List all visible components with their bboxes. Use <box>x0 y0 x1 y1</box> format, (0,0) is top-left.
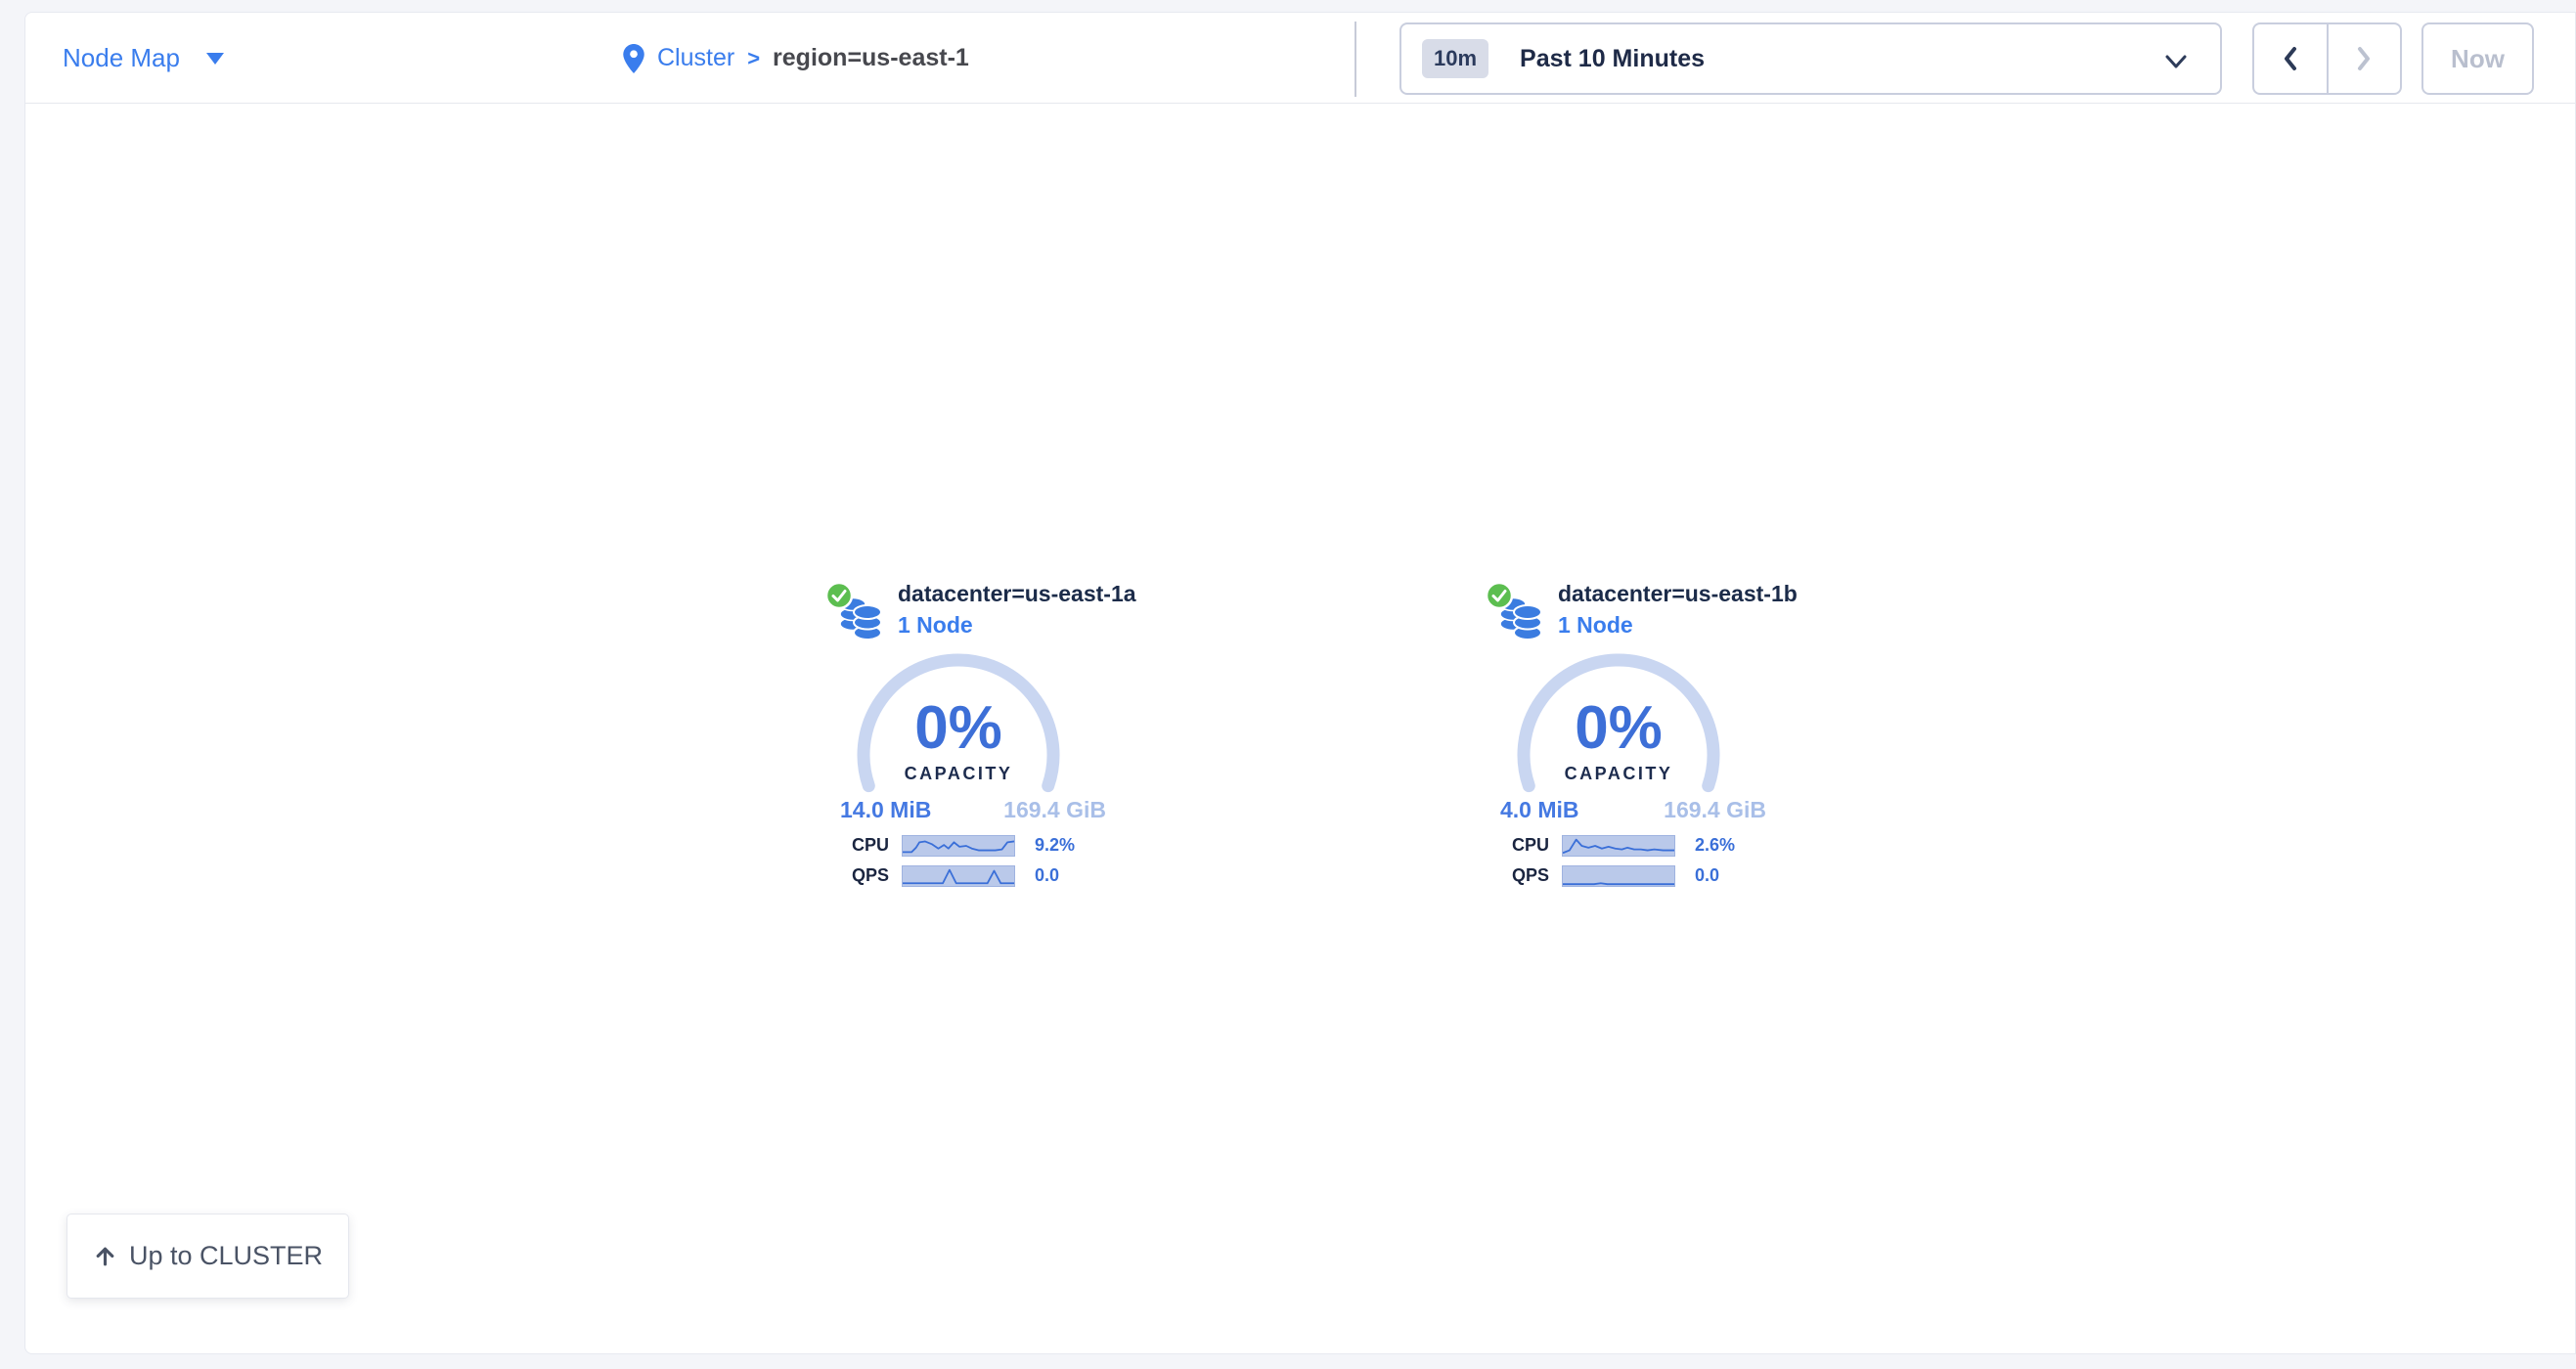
page-header: Node Map Cluster > region=us-east-1 10m … <box>25 13 2575 104</box>
cpu-label: CPU <box>844 835 889 856</box>
chevron-right-icon <box>2352 43 2376 74</box>
qps-metric-row: QPS 0.0 <box>844 864 1157 887</box>
locality-card-us-east-1a[interactable]: datacenter=us-east-1a 1 Node 0% CAPACITY… <box>821 576 1163 901</box>
healthy-check-icon <box>1485 581 1514 610</box>
qps-value: 0.0 <box>1035 865 1059 886</box>
capacity-usable: 169.4 GiB <box>1003 797 1106 823</box>
locality-card-us-east-1b[interactable]: datacenter=us-east-1b 1 Node 0% CAPACITY… <box>1481 576 1823 901</box>
header-divider <box>1355 22 1356 97</box>
capacity-usable: 169.4 GiB <box>1664 797 1766 823</box>
up-to-cluster-label: Up to CLUSTER <box>129 1241 323 1271</box>
time-window-label: Past 10 Minutes <box>1520 45 1705 73</box>
now-button-label: Now <box>2451 44 2505 74</box>
previous-time-button[interactable] <box>2254 24 2329 93</box>
healthy-check-icon <box>824 581 854 610</box>
time-window-badge: 10m <box>1422 39 1488 78</box>
view-selector-dropdown[interactable]: Node Map <box>63 13 224 104</box>
qps-label: QPS <box>1504 865 1549 886</box>
capacity-used: 4.0 MiB <box>1500 797 1579 823</box>
cpu-sparkline <box>902 835 1015 857</box>
cpu-value: 9.2% <box>1035 835 1075 856</box>
up-to-cluster-button[interactable]: Up to CLUSTER <box>67 1214 349 1299</box>
now-button[interactable]: Now <box>2421 22 2534 95</box>
time-step-buttons <box>2252 22 2402 95</box>
breadcrumb-cluster-link[interactable]: Cluster <box>657 44 734 72</box>
capacity-caption: CAPACITY <box>1521 764 1716 784</box>
cpu-metric-row: CPU 9.2% <box>844 834 1157 857</box>
capacity-values-row: 14.0 MiB 169.4 GiB <box>840 797 1106 823</box>
qps-value: 0.0 <box>1695 865 1719 886</box>
qps-metric-row: QPS 0.0 <box>1504 864 1817 887</box>
cpu-value: 2.6% <box>1695 835 1735 856</box>
breadcrumb-current: region=us-east-1 <box>773 44 969 72</box>
next-time-button[interactable] <box>2329 24 2401 93</box>
cpu-sparkline <box>1562 835 1675 857</box>
qps-sparkline <box>902 865 1015 887</box>
arrow-up-icon <box>93 1244 117 1268</box>
qps-sparkline <box>1562 865 1675 887</box>
node-map-panel: Node Map Cluster > region=us-east-1 10m … <box>24 12 2576 1354</box>
capacity-caption: CAPACITY <box>861 764 1056 784</box>
locality-name: datacenter=us-east-1a <box>898 581 1136 607</box>
location-pin-icon <box>623 44 644 73</box>
chevron-down-icon <box>2163 50 2189 73</box>
capacity-used: 14.0 MiB <box>840 797 931 823</box>
locality-node-count[interactable]: 1 Node <box>1558 612 1633 639</box>
locality-name: datacenter=us-east-1b <box>1558 581 1798 607</box>
cpu-metric-row: CPU 2.6% <box>1504 834 1817 857</box>
capacity-percentage: 0% <box>1521 693 1716 763</box>
cpu-label: CPU <box>1504 835 1549 856</box>
capacity-percentage: 0% <box>861 693 1056 763</box>
time-window-dropdown[interactable]: 10m Past 10 Minutes <box>1399 22 2222 95</box>
caret-down-icon <box>206 53 224 65</box>
qps-label: QPS <box>844 865 889 886</box>
locality-node-count[interactable]: 1 Node <box>898 612 973 639</box>
breadcrumb: Cluster > region=us-east-1 <box>623 13 969 104</box>
breadcrumb-separator: > <box>747 46 760 71</box>
chevron-left-icon <box>2279 43 2302 74</box>
view-selector-label: Node Map <box>63 43 180 73</box>
capacity-values-row: 4.0 MiB 169.4 GiB <box>1500 797 1766 823</box>
